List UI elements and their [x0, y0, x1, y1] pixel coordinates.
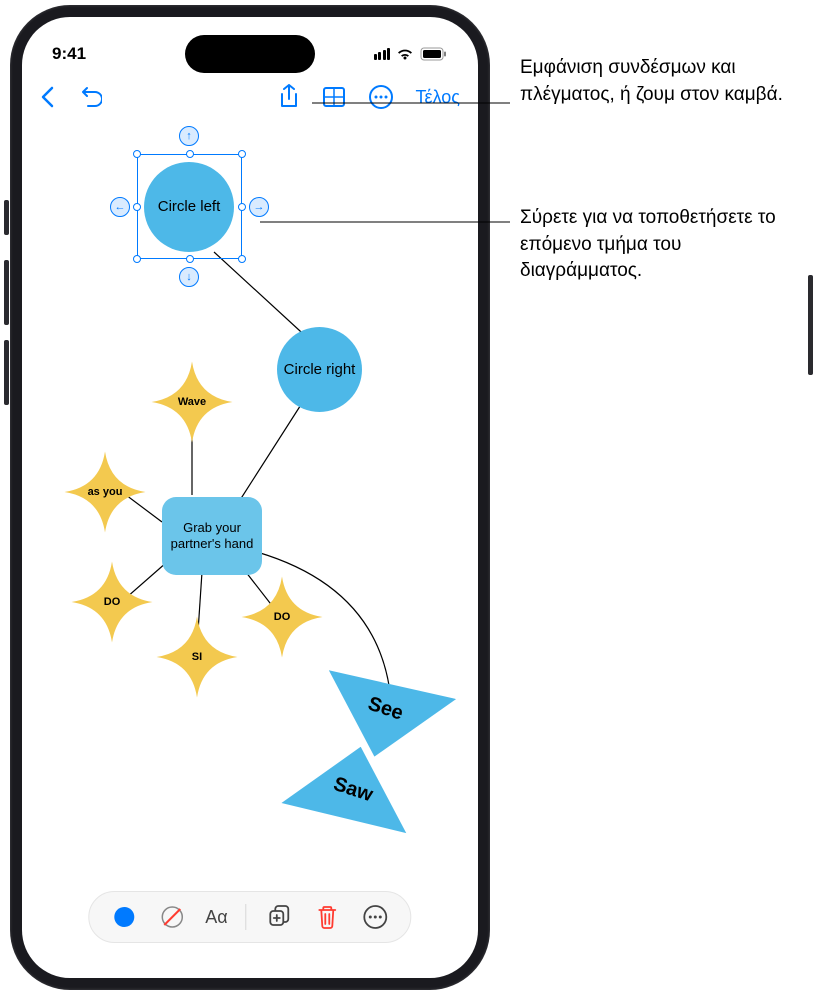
annotation-2: Σύρετε για να τοποθετήσετε το επόμενο τμ… [520, 205, 800, 285]
shape-star-wave[interactable]: Wave [147, 357, 237, 447]
shape-label: Circle left [158, 198, 221, 216]
status-icons [374, 47, 449, 61]
shape-label: as you [88, 486, 123, 499]
resize-handle[interactable] [133, 150, 141, 158]
top-toolbar: Τέλος [22, 72, 478, 122]
dynamic-island [185, 35, 315, 73]
cellular-signal-icon [374, 48, 391, 60]
connector-handle-right[interactable]: → [249, 197, 269, 217]
shape-label: DO [274, 611, 291, 624]
shape-star-do2[interactable]: DO [237, 572, 327, 662]
shape-star-si[interactable]: SI [152, 612, 242, 702]
text-style-button[interactable]: Αα [205, 902, 227, 932]
resize-handle[interactable] [186, 150, 194, 158]
shape-label: Circle right [284, 361, 356, 379]
connector-handle-bottom[interactable]: ↓ [179, 267, 199, 287]
battery-icon [420, 47, 448, 61]
resize-handle[interactable] [238, 150, 246, 158]
shape-grab[interactable]: Grab your partner's hand [162, 497, 262, 575]
bottom-toolbar: Αα [88, 891, 411, 943]
phone-screen: 9:41 [22, 17, 478, 978]
shape-label: Grab your partner's hand [170, 520, 254, 553]
phone-frame: 9:41 [10, 5, 490, 990]
wifi-icon [396, 47, 414, 61]
fill-color-button[interactable] [109, 902, 139, 932]
grid-button[interactable] [322, 86, 346, 108]
resize-handle[interactable] [133, 203, 141, 211]
connector-handle-left[interactable]: ← [110, 197, 130, 217]
back-button[interactable] [40, 86, 54, 108]
share-button[interactable] [278, 84, 300, 110]
shape-star-do1[interactable]: DO [67, 557, 157, 647]
more-options-button[interactable] [361, 902, 391, 932]
shape-circle-left[interactable]: Circle left [144, 162, 234, 252]
shape-label: Wave [178, 396, 206, 409]
resize-handle[interactable] [186, 255, 194, 263]
undo-button[interactable] [78, 85, 102, 109]
resize-handle[interactable] [238, 203, 246, 211]
shape-label: SI [192, 651, 202, 664]
canvas[interactable]: ↑ ↓ ← → Circle left Circle right Grab yo… [22, 122, 478, 893]
no-stroke-button[interactable] [157, 902, 187, 932]
volume-down-button [4, 340, 9, 405]
volume-up-button [4, 260, 9, 325]
resize-handle[interactable] [133, 255, 141, 263]
status-time: 9:41 [52, 44, 86, 64]
toolbar-divider [246, 904, 247, 930]
done-button[interactable]: Τέλος [416, 87, 460, 108]
delete-button[interactable] [313, 902, 343, 932]
duplicate-button[interactable] [265, 902, 295, 932]
silent-switch [4, 200, 9, 235]
shape-circle-right[interactable]: Circle right [277, 327, 362, 412]
connector-handle-top[interactable]: ↑ [179, 126, 199, 146]
resize-handle[interactable] [238, 255, 246, 263]
annotation-1: Εμφάνιση συνδέσμων και πλέγματος, ή ζουμ… [520, 55, 800, 108]
more-button[interactable] [368, 84, 394, 110]
power-button [808, 275, 813, 375]
shape-star-asyou[interactable]: as you [60, 447, 150, 537]
shape-label: DO [104, 596, 121, 609]
